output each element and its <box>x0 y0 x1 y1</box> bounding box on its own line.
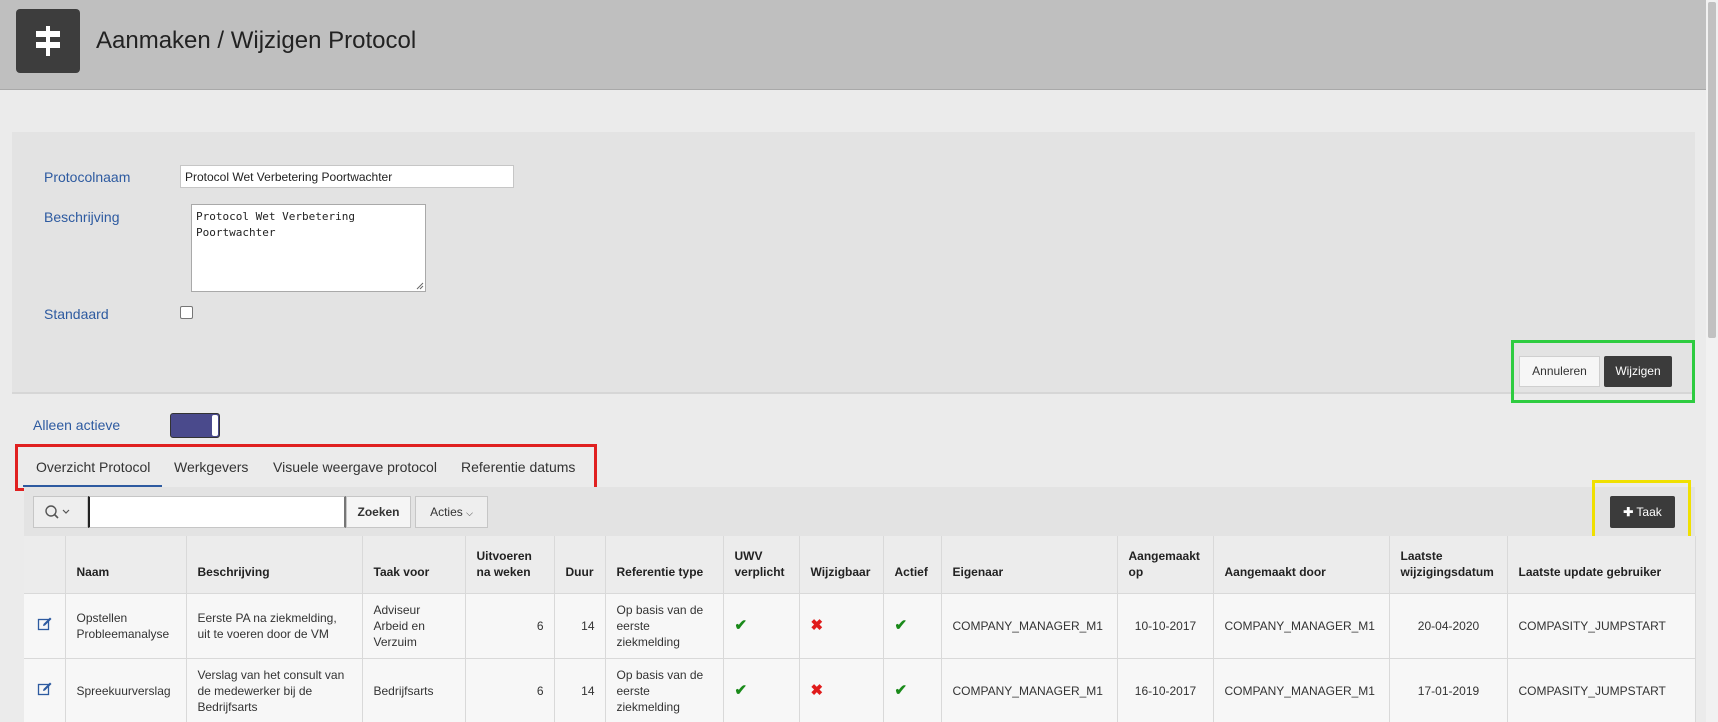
active-only-label: Alleen actieve <box>33 417 121 433</box>
cell-duur: 14 <box>554 658 606 722</box>
cell-taak-voor: Adviseur Arbeid en Verzuim <box>362 593 466 659</box>
cross-icon: ✖ <box>810 616 824 634</box>
cross-icon: ✖ <box>810 681 824 699</box>
cell-laatste-gebruiker: COMPASITY_JUMPSTART <box>1507 593 1696 659</box>
plus-icon: ✚ <box>1623 505 1634 519</box>
column-header-laatste-wijzigingsdatum[interactable]: Laatste wijzigingsdatum <box>1389 536 1508 594</box>
scrollbar-thumb[interactable] <box>1708 2 1716 338</box>
description-textarea[interactable]: Protocol Wet Verbetering Poortwachter <box>191 204 426 292</box>
column-header-wijzigbaar[interactable]: Wijzigbaar <box>799 536 884 594</box>
cell-eigenaar: COMPANY_MANAGER_M1 <box>941 658 1118 722</box>
column-header-taak-voor[interactable]: Taak voor <box>362 536 466 594</box>
column-header-uitvoeren[interactable]: Uitvoeren na weken <box>465 536 555 594</box>
column-header-laatste-update-gebruiker[interactable]: Laatste update gebruiker <box>1507 536 1696 594</box>
cell-naam: Spreekuurverslag <box>65 658 187 722</box>
page-title: Aanmaken / Wijzigen Protocol <box>96 27 417 54</box>
actions-dropdown[interactable]: Acties ⌵ <box>415 496 488 528</box>
cell-referentie: Op basis van de eerste ziekmelding <box>605 658 724 722</box>
search-scope-dropdown[interactable] <box>33 496 88 528</box>
cell-aangemaakt-op: 16-10-2017 <box>1117 658 1214 722</box>
check-icon: ✔ <box>734 681 748 699</box>
protocol-name-label: Protocolnaam <box>44 169 131 185</box>
check-icon: ✔ <box>734 616 748 634</box>
default-checkbox[interactable] <box>180 306 193 319</box>
toggle-knob <box>212 415 218 436</box>
column-header-eigenaar[interactable]: Eigenaar <box>941 536 1118 594</box>
tab-werkgevers[interactable]: Werkgevers <box>174 459 248 475</box>
cell-duur: 14 <box>554 593 606 659</box>
tab-referentie-datums[interactable]: Referentie datums <box>461 459 575 475</box>
column-header-uwv-verplicht[interactable]: UWV verplicht <box>723 536 800 594</box>
table-row[interactable]: Opstellen Probleemanalyse Eerste PA na z… <box>24 593 1696 659</box>
column-header-naam[interactable]: Naam <box>65 536 187 594</box>
column-header <box>24 536 66 594</box>
cell-eigenaar: COMPANY_MANAGER_M1 <box>941 593 1118 659</box>
cell-laatste-wijziging: 17-01-2019 <box>1389 658 1508 722</box>
search-button[interactable]: Zoeken <box>346 496 411 528</box>
add-task-label: Taak <box>1636 505 1662 519</box>
column-header-actief[interactable]: Actief <box>883 536 942 594</box>
column-header-referentie-type[interactable]: Referentie type <box>605 536 724 594</box>
search-input[interactable] <box>88 496 346 528</box>
check-icon: ✔ <box>894 681 908 699</box>
cell-beschrijving: Eerste PA na ziekmelding, uit te voeren … <box>186 593 363 659</box>
search-icon <box>45 505 70 519</box>
default-label: Standaard <box>44 306 109 322</box>
cancel-button[interactable]: Annuleren <box>1519 356 1600 387</box>
tab-visuele-weergave[interactable]: Visuele weergave protocol <box>273 459 437 475</box>
page-header: Aanmaken / Wijzigen Protocol <box>0 0 1706 90</box>
cell-beschrijving: Verslag van het consult van de medewerke… <box>186 658 363 722</box>
cell-uwv: ✔ <box>723 658 800 722</box>
cell-aangemaakt-op: 10-10-2017 <box>1117 593 1214 659</box>
cell-weken: 6 <box>465 593 555 659</box>
column-header-aangemaakt-op[interactable]: Aangemaakt op <box>1117 536 1214 594</box>
protocol-task-table: Naam Beschrijving Taak voor Uitvoeren na… <box>24 536 1696 722</box>
edit-cell[interactable] <box>24 658 66 722</box>
active-only-toggle[interactable] <box>170 413 220 438</box>
edit-cell[interactable] <box>24 593 66 659</box>
add-task-button[interactable]: ✚ Taak <box>1610 496 1675 528</box>
cell-wijzigbaar: ✖ <box>799 593 884 659</box>
cell-laatste-gebruiker: COMPASITY_JUMPSTART <box>1507 658 1696 722</box>
signpost-icon <box>16 9 80 73</box>
cell-taak-voor: Bedrijfsarts <box>362 658 466 722</box>
cell-actief: ✔ <box>883 658 942 722</box>
cell-aangemaakt-door: COMPANY_MANAGER_M1 <box>1213 593 1390 659</box>
edit-icon[interactable] <box>37 616 53 632</box>
protocol-name-input[interactable] <box>180 165 514 188</box>
cell-referentie: Op basis van de eerste ziekmelding <box>605 593 724 659</box>
table-header-row: Naam Beschrijving Taak voor Uitvoeren na… <box>24 536 1696 594</box>
column-header-aangemaakt-door[interactable]: Aangemaakt door <box>1213 536 1390 594</box>
tab-overzicht-protocol[interactable]: Overzicht Protocol <box>36 459 150 475</box>
actions-label: Acties <box>430 505 463 519</box>
cell-actief: ✔ <box>883 593 942 659</box>
check-icon: ✔ <box>894 616 908 634</box>
save-button[interactable]: Wijzigen <box>1604 356 1672 387</box>
column-header-duur[interactable]: Duur <box>554 536 606 594</box>
table-row[interactable]: Spreekuurverslag Verslag van het consult… <box>24 658 1696 722</box>
description-label: Beschrijving <box>44 209 120 225</box>
cell-wijzigbaar: ✖ <box>799 658 884 722</box>
cell-aangemaakt-door: COMPANY_MANAGER_M1 <box>1213 658 1390 722</box>
cell-laatste-wijziging: 20-04-2020 <box>1389 593 1508 659</box>
column-header-beschrijving[interactable]: Beschrijving <box>186 536 363 594</box>
resize-grip-icon[interactable] <box>416 282 424 290</box>
cell-weken: 6 <box>465 658 555 722</box>
cell-uwv: ✔ <box>723 593 800 659</box>
cell-naam: Opstellen Probleemanalyse <box>65 593 187 659</box>
chevron-down-icon: ⌵ <box>466 508 473 518</box>
edit-icon[interactable] <box>37 681 53 697</box>
